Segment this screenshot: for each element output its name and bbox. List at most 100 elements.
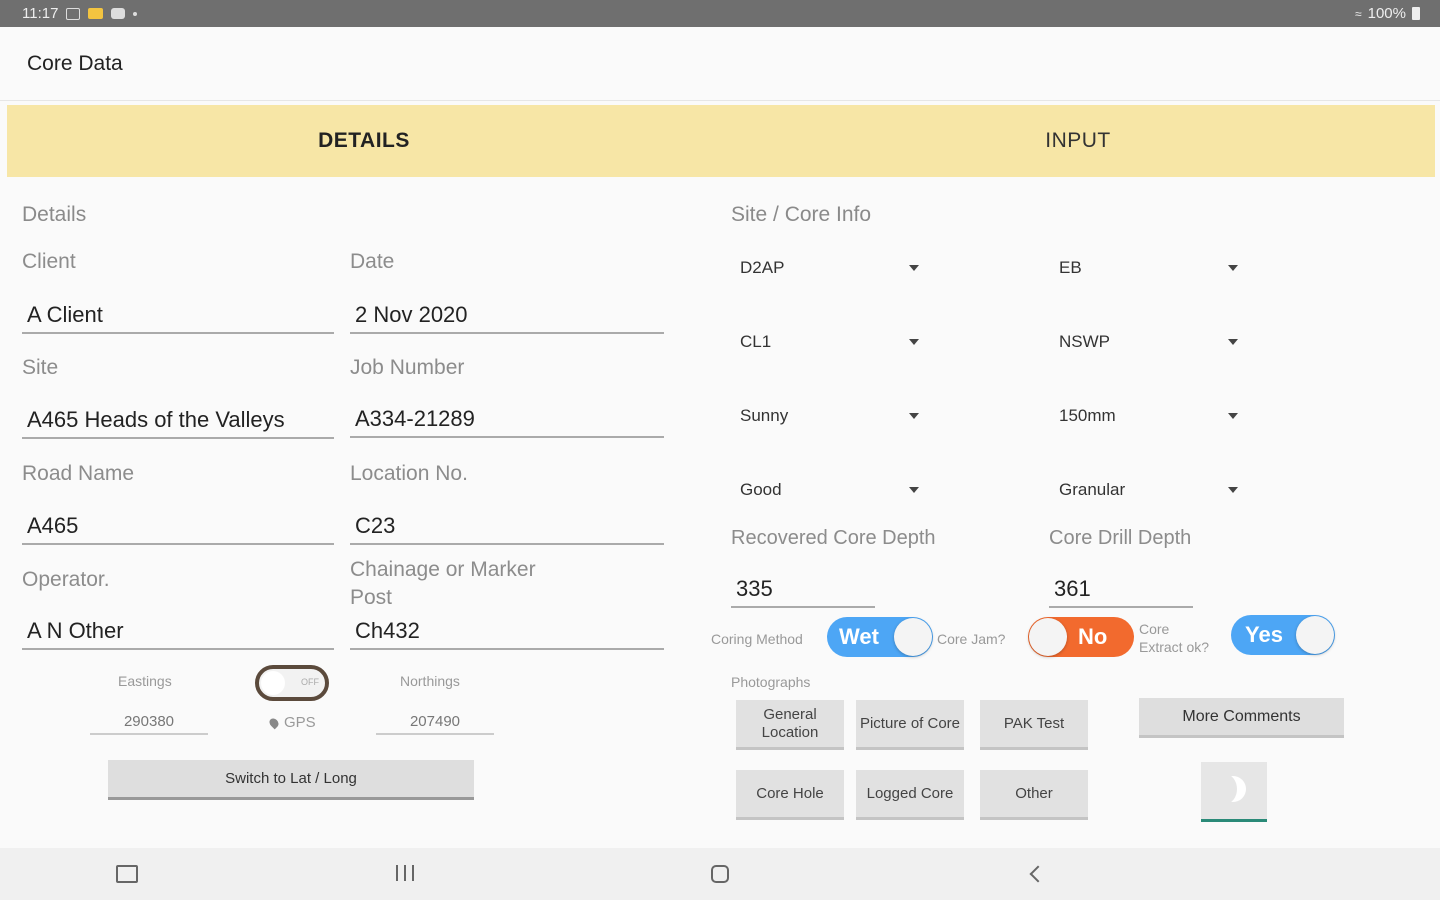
drill-depth-field[interactable]: 361	[1049, 574, 1193, 608]
eastings-field[interactable]: 290380	[90, 713, 208, 735]
eastings-label: Eastings	[118, 673, 172, 689]
chevron-down-icon	[1228, 487, 1238, 493]
coring-method-label: Coring Method	[711, 631, 803, 647]
gps-indicator: GPS	[267, 714, 316, 731]
dark-mode-button[interactable]	[1201, 762, 1267, 822]
core-jam-toggle[interactable]: No	[1028, 617, 1134, 657]
road-name-field[interactable]: A465	[22, 511, 334, 545]
tab-details[interactable]: DETAILS	[7, 105, 721, 177]
dropdown-lane[interactable]: CL1	[731, 327, 921, 357]
site-core-section-title: Site / Core Info	[731, 203, 872, 226]
dropdown-position[interactable]: NSWP	[1050, 327, 1240, 357]
chainage-label-line1: Chainage or Marker	[350, 558, 536, 581]
site-label: Site	[22, 356, 59, 379]
dropdown-material[interactable]: D2AP	[731, 253, 921, 283]
battery-icon	[1412, 7, 1420, 20]
dropdown-lane-value: CL1	[740, 332, 772, 351]
gps-label: GPS	[284, 714, 316, 731]
battery-text: 100%	[1367, 5, 1406, 22]
tab-input[interactable]: INPUT	[721, 105, 1435, 177]
recovered-depth-field[interactable]: 335	[731, 574, 875, 608]
dropdown-weather-value: Sunny	[740, 406, 789, 425]
screenshot-icon[interactable]	[116, 865, 138, 883]
client-field[interactable]: A Client	[22, 300, 334, 334]
folder-icon	[88, 8, 104, 19]
job-number-label: Job Number	[350, 356, 465, 379]
tab-bar: DETAILS INPUT	[7, 105, 1435, 177]
more-comments-button[interactable]: More Comments	[1139, 698, 1344, 738]
app-bar: Core Data	[0, 27, 1440, 101]
chevron-down-icon	[1228, 339, 1238, 345]
gps-toggle-text: OFF	[301, 677, 319, 687]
core-extract-value: Yes	[1245, 622, 1283, 647]
dropdown-weather[interactable]: Sunny	[731, 401, 921, 431]
chevron-down-icon	[909, 339, 919, 345]
moon-icon-cut	[1213, 774, 1237, 804]
switch-lat-long-button[interactable]: Switch to Lat / Long	[108, 760, 474, 800]
chevron-down-icon	[1228, 265, 1238, 271]
recovered-depth-label: Recovered Core Depth	[731, 527, 936, 549]
dropdown-base-type-value: Granular	[1059, 480, 1126, 499]
photo-other-button[interactable]: Other	[980, 770, 1088, 820]
photo-picture-of-core-button[interactable]: Picture of Core	[856, 700, 964, 750]
photo-general-location-button[interactable]: General Location	[736, 700, 844, 750]
core-extract-toggle[interactable]: Yes	[1231, 615, 1335, 655]
home-icon[interactable]	[711, 865, 729, 883]
details-section-title: Details	[22, 203, 87, 226]
coring-method-value: Wet	[839, 624, 879, 649]
core-jam-label: Core Jam?	[937, 631, 1006, 647]
dot-icon	[133, 11, 138, 16]
app-title: Core Data	[27, 52, 123, 75]
status-time: 11:17	[22, 5, 59, 22]
chevron-down-icon	[1228, 413, 1238, 419]
road-name-label: Road Name	[22, 462, 135, 485]
dropdown-core-size[interactable]: 150mm	[1050, 401, 1240, 431]
northings-label: Northings	[400, 673, 460, 689]
dropdown-direction[interactable]: EB	[1050, 253, 1240, 283]
core-extract-knob	[1296, 616, 1334, 654]
gps-toggle[interactable]: OFF	[255, 665, 329, 701]
chainage-label-line2: Post	[350, 586, 393, 609]
chevron-down-icon	[909, 265, 919, 271]
status-bar: 11:17 ≈ 100%	[0, 0, 1440, 27]
site-field[interactable]: A465 Heads of the Valleys	[22, 405, 334, 439]
dropdown-condition[interactable]: Good	[731, 475, 921, 505]
chainage-field[interactable]: Ch432	[350, 616, 664, 650]
dropdown-condition-value: Good	[740, 480, 782, 499]
core-extract-label-line1: Core	[1139, 621, 1170, 637]
coring-method-toggle[interactable]: Wet	[827, 617, 933, 657]
recent-apps-icon[interactable]	[396, 865, 414, 881]
photo-logged-core-button[interactable]: Logged Core	[856, 770, 964, 820]
client-label: Client	[22, 250, 76, 273]
dropdown-material-value: D2AP	[740, 258, 785, 277]
location-no-label: Location No.	[350, 462, 468, 485]
dropdown-position-value: NSWP	[1059, 332, 1110, 351]
location-no-field[interactable]: C23	[350, 511, 664, 545]
operator-field[interactable]: A N Other	[22, 616, 334, 650]
date-label: Date	[350, 250, 395, 273]
photo-core-hole-button[interactable]: Core Hole	[736, 770, 844, 820]
northings-field[interactable]: 207490	[376, 713, 494, 735]
location-pin-icon	[267, 716, 281, 729]
core-extract-label-line2: Extract ok?	[1139, 639, 1210, 655]
photographs-label: Photographs	[731, 674, 811, 690]
coring-method-knob	[894, 618, 932, 656]
drill-depth-label: Core Drill Depth	[1049, 527, 1192, 549]
date-field[interactable]: 2 Nov 2020	[350, 300, 664, 334]
message-icon	[111, 8, 126, 19]
dropdown-base-type[interactable]: Granular	[1050, 475, 1240, 505]
wifi-signal-icon: ≈	[1355, 6, 1362, 21]
core-jam-knob	[1029, 618, 1067, 656]
chevron-down-icon	[909, 487, 919, 493]
photo-pak-test-button[interactable]: PAK Test	[980, 700, 1088, 750]
job-number-field[interactable]: A334-21289	[350, 404, 664, 438]
dropdown-direction-value: EB	[1059, 258, 1082, 277]
gallery-icon	[66, 7, 81, 20]
status-left: 11:17	[22, 5, 138, 22]
back-icon[interactable]	[1029, 865, 1047, 883]
operator-label: Operator.	[22, 568, 110, 591]
gps-toggle-knob	[261, 671, 285, 695]
chevron-down-icon	[909, 413, 919, 419]
dropdown-core-size-value: 150mm	[1059, 406, 1116, 425]
core-jam-value: No	[1078, 624, 1108, 649]
